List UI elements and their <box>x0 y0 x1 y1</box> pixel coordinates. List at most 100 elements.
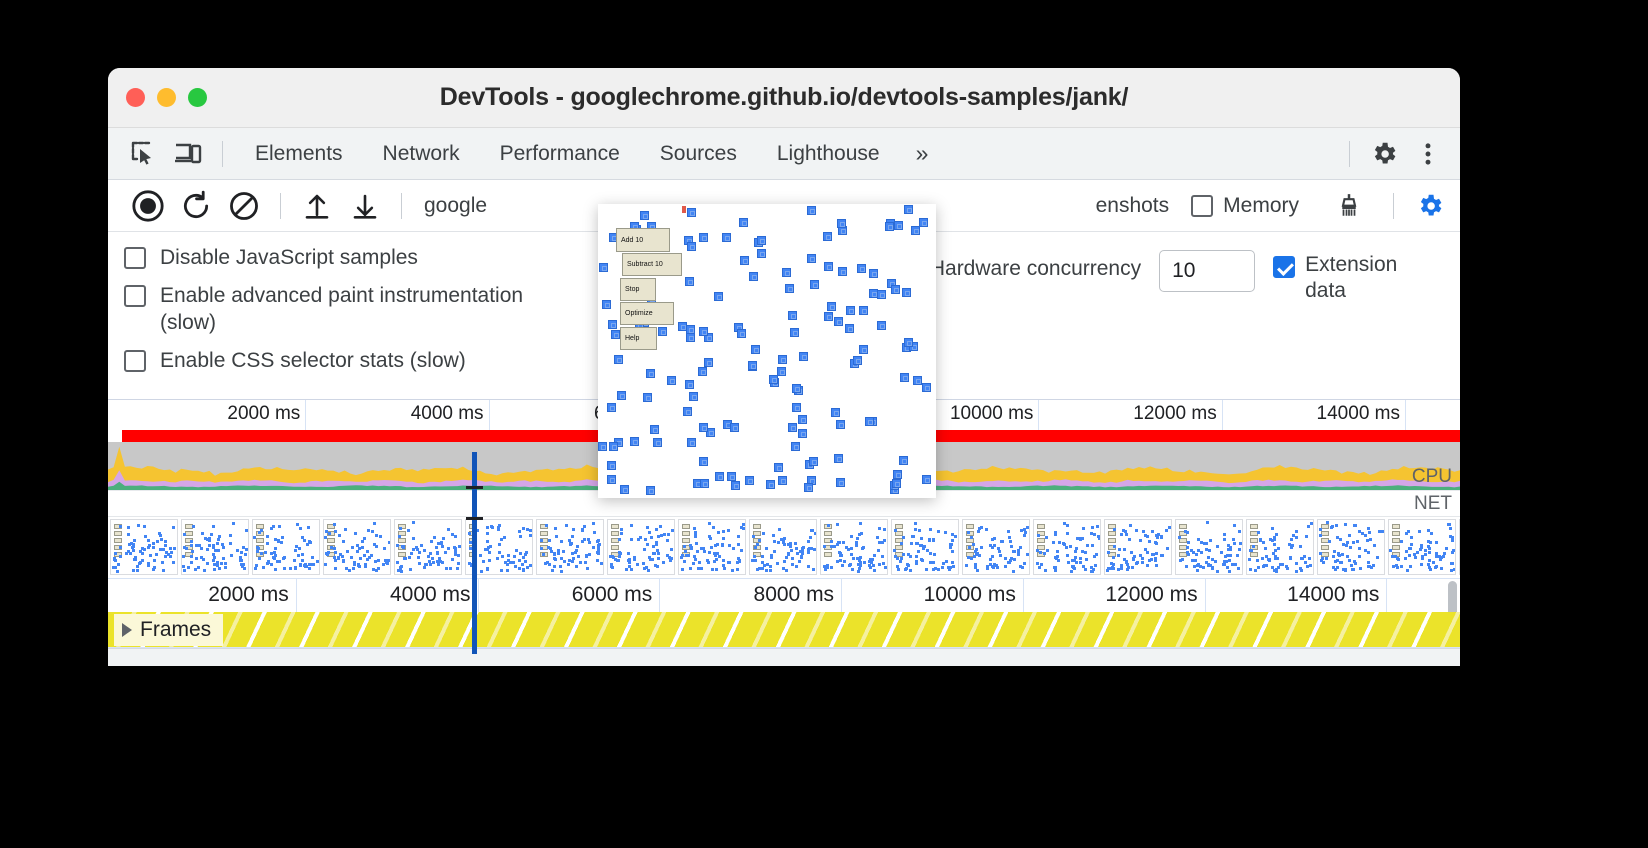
extension-data-checkbox-box[interactable] <box>1273 256 1296 278</box>
thumbnail-sprite <box>561 550 565 554</box>
thumbnail-sprite <box>875 536 879 540</box>
filmstrip-thumbnail[interactable] <box>607 518 675 575</box>
jank-add-10-button[interactable]: Add 10 <box>616 228 670 252</box>
thumbnail-sprite <box>359 556 363 560</box>
frames-track[interactable]: Frames <box>108 611 1460 648</box>
playhead-drag-handle[interactable] <box>466 486 483 520</box>
thumbnail-sprite <box>649 557 653 561</box>
filmstrip-thumbnail[interactable] <box>962 518 1030 575</box>
timeline-scrollbar-thumb[interactable] <box>1448 580 1457 612</box>
thumbnail-sprite <box>457 544 461 548</box>
jank-stop-button[interactable]: Stop <box>620 278 656 301</box>
filmstrip-thumbnail[interactable] <box>323 518 391 575</box>
filmstrip-thumbnail[interactable] <box>820 518 888 575</box>
minimize-window-button[interactable] <box>157 88 176 107</box>
filmstrip-thumbnail[interactable] <box>536 518 604 575</box>
thumbnail-sprite <box>797 560 801 564</box>
filmstrip-thumbnail[interactable] <box>1033 518 1101 575</box>
save-profile-icon[interactable] <box>341 184 389 228</box>
thumbnail-sprite <box>597 542 601 546</box>
jank-subtract-10-button[interactable]: Subtract 10 <box>622 253 682 276</box>
thumbnail-sprite <box>699 546 703 550</box>
tab-call-tree[interactable]: Call Tree <box>401 648 529 666</box>
advanced-paint-checkbox[interactable] <box>124 284 146 307</box>
timeline-playhead[interactable] <box>472 452 477 654</box>
jank-demo-overlay[interactable]: Add 10 Subtract 10 Stop Optimize Help <box>598 204 936 498</box>
tab-sources[interactable]: Sources <box>640 128 757 180</box>
disable-js-samples-checkbox[interactable] <box>124 247 146 269</box>
thumbnail-sprite <box>364 563 368 567</box>
thumbnail-sprite <box>950 561 954 565</box>
jank-optimize-button[interactable]: Optimize <box>620 302 674 325</box>
css-selector-stats-checkbox[interactable] <box>124 350 146 373</box>
jank-sprite <box>859 305 869 315</box>
thumbnail-sprite <box>436 562 440 566</box>
filmstrip-thumbnail[interactable] <box>749 518 817 575</box>
tab-summary[interactable]: Summary <box>122 648 256 666</box>
perfbar-divider-1 <box>280 192 281 219</box>
thumbnail-sprite <box>1303 555 1307 559</box>
filmstrip-thumbnail[interactable] <box>181 518 249 575</box>
tab-event-log[interactable]: Event Log <box>529 648 668 666</box>
filmstrip-thumbnail[interactable] <box>891 518 959 575</box>
thumbnail-sprite <box>292 558 296 562</box>
tab-bottom-up[interactable]: Bottom-Up <box>256 648 401 666</box>
thumbnail-sprite <box>636 562 640 566</box>
filmstrip-thumbnail[interactable] <box>394 518 462 575</box>
gear-icon[interactable] <box>1362 134 1406 174</box>
tab-elements[interactable]: Elements <box>235 128 363 180</box>
filmstrip-thumbnail[interactable] <box>1246 518 1314 575</box>
close-window-button[interactable] <box>126 88 145 107</box>
device-toolbar-icon[interactable] <box>166 134 210 174</box>
timeline-ruler[interactable]: 2000 ms 4000 ms 6000 ms 8000 ms 10000 ms 1200… <box>108 577 1460 612</box>
jank-sprite <box>714 292 723 302</box>
thumbnail-sprite <box>445 566 449 570</box>
thumbnail-sprite <box>431 557 435 561</box>
thumbnail-sprite <box>1044 568 1048 572</box>
filmstrip-thumbnail[interactable] <box>678 518 746 575</box>
trash-brush-icon[interactable] <box>1325 184 1373 228</box>
thumbnail-sprite <box>1131 556 1135 560</box>
thumbnail-sprite <box>857 562 861 566</box>
filmstrip-thumbnail[interactable] <box>252 518 320 575</box>
memory-checkbox-box[interactable] <box>1191 194 1214 217</box>
thumbnail-sprite <box>656 557 660 561</box>
thumbnail-sprite <box>1351 541 1355 545</box>
thumbnail-sprite <box>680 554 684 558</box>
filmstrip-thumbnail[interactable] <box>110 518 178 575</box>
thumbnail-sprite <box>1090 544 1094 548</box>
thumbnail-sprite <box>587 537 591 541</box>
thumbnail-sprite <box>296 522 300 526</box>
thumbnail-sprite <box>993 543 997 547</box>
filmstrip-thumbnail[interactable] <box>1388 518 1456 575</box>
reload-record-icon[interactable] <box>172 184 220 228</box>
thumbnail-sprite <box>161 568 165 572</box>
tab-performance[interactable]: Performance <box>480 128 640 180</box>
tab-network[interactable]: Network <box>363 128 480 180</box>
frames-track-header[interactable]: Frames <box>114 613 224 646</box>
filmstrip-thumbnail[interactable] <box>1175 518 1243 575</box>
inspect-element-icon[interactable] <box>122 134 166 174</box>
clear-icon[interactable] <box>220 184 268 228</box>
triangle-right-icon[interactable] <box>122 622 132 637</box>
memory-checkbox[interactable]: Memory <box>1191 194 1299 218</box>
thumbnail-mini-button <box>966 523 974 529</box>
tab-lighthouse[interactable]: Lighthouse <box>757 128 900 180</box>
thumbnail-mini-button <box>540 530 548 536</box>
jank-help-button[interactable]: Help <box>620 327 657 350</box>
filmstrip-thumbnail[interactable] <box>1317 518 1385 575</box>
thumbnail-sprite <box>412 536 416 540</box>
hardware-concurrency-input[interactable] <box>1159 250 1256 292</box>
extension-data-checkbox[interactable]: Extension data <box>1273 252 1425 305</box>
filmstrip-band[interactable] <box>108 515 1460 578</box>
thumbnail-sprite <box>714 543 718 547</box>
more-tabs-icon[interactable]: » <box>900 140 945 167</box>
zoom-window-button[interactable] <box>188 88 207 107</box>
filmstrip-thumbnail[interactable] <box>1459 518 1460 575</box>
kebab-menu-icon[interactable] <box>1406 134 1450 174</box>
load-profile-icon[interactable] <box>293 184 341 228</box>
record-icon[interactable] <box>124 184 172 228</box>
capture-settings-icon[interactable] <box>1406 184 1454 228</box>
filmstrip-thumbnail[interactable] <box>1104 518 1172 575</box>
thumbnail-sprite <box>1222 532 1226 536</box>
